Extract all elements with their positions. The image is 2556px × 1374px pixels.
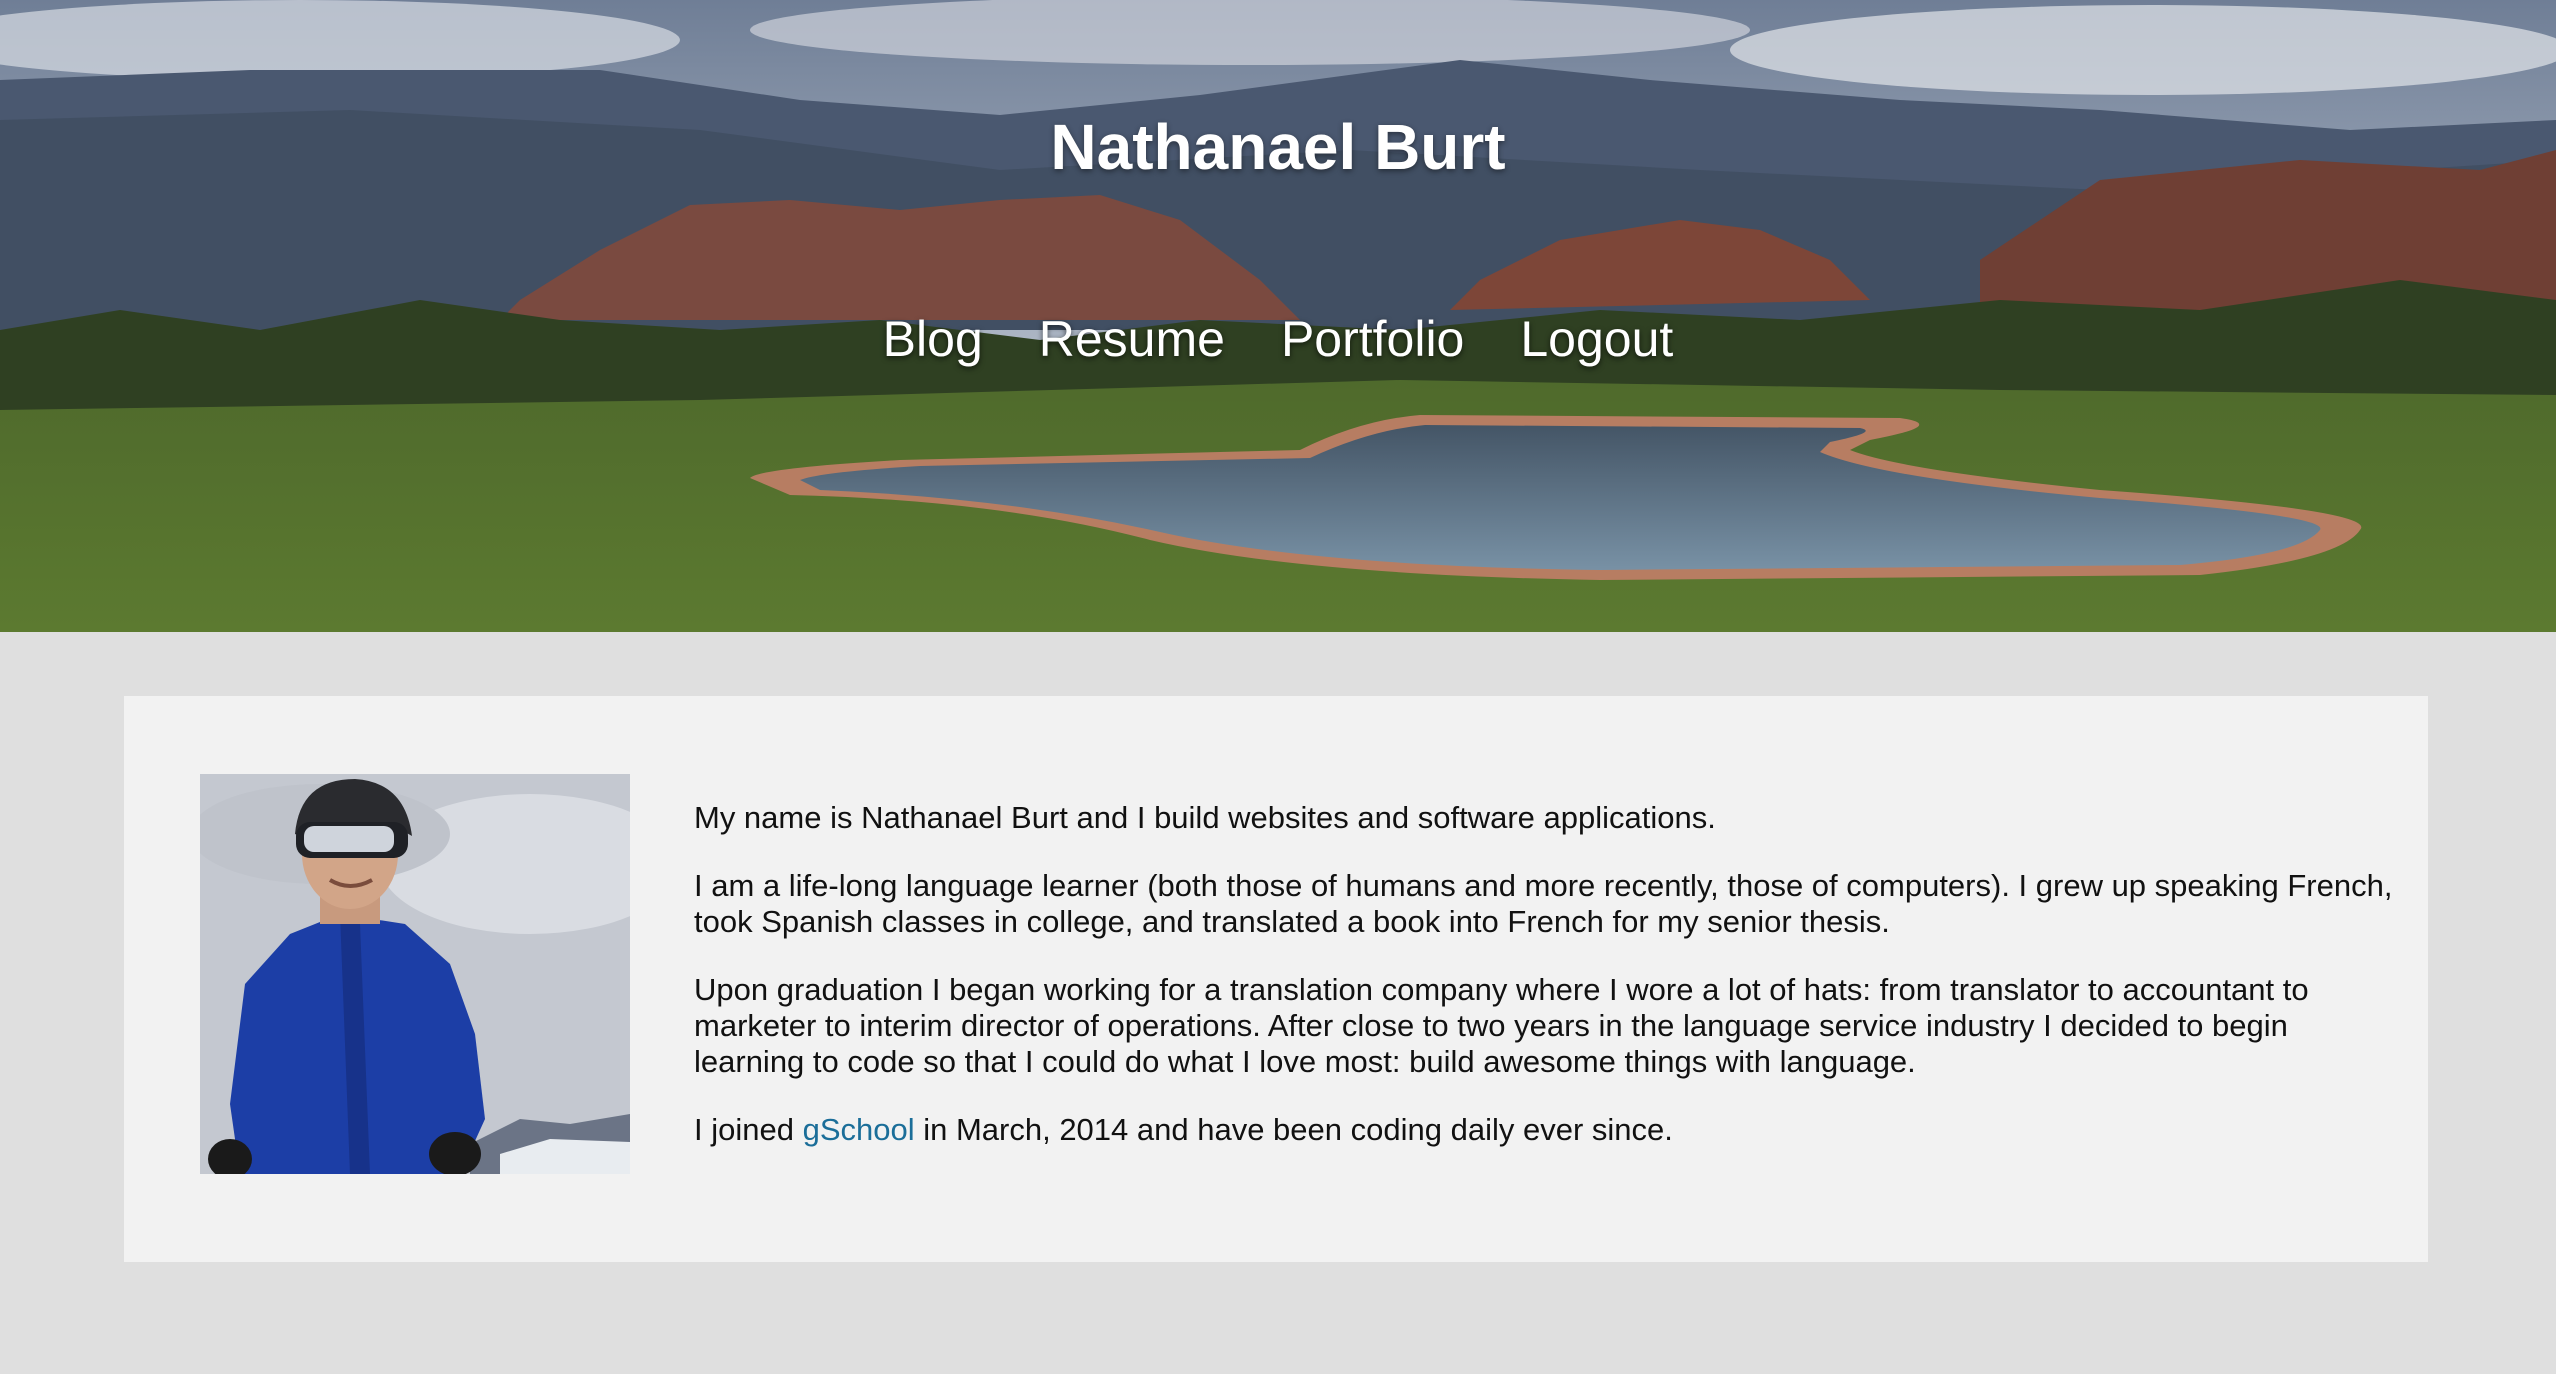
about-card: My name is Nathanael Burt and I build we… [124, 696, 2428, 1262]
nav-link-blog[interactable]: Blog [883, 310, 983, 368]
bio-gschool-text-before: I joined [694, 1112, 803, 1147]
header-banner: Nathanael Burt Blog Resume Portfolio Log… [0, 0, 2556, 632]
nav-link-resume[interactable]: Resume [1039, 310, 1225, 368]
gschool-link[interactable]: gSchool [803, 1112, 915, 1147]
bio-paragraph-intro: My name is Nathanael Burt and I build we… [694, 800, 1716, 835]
nav-link-portfolio[interactable]: Portfolio [1281, 310, 1464, 368]
bio-paragraph-languages: I am a life-long language learner (both … [694, 868, 2393, 939]
main-nav: Blog Resume Portfolio Logout [0, 310, 2556, 368]
bio-paragraph-career: Upon graduation I began working for a tr… [694, 972, 2309, 1079]
nav-link-logout[interactable]: Logout [1520, 310, 1673, 368]
bio-paragraph-gschool: I joined gSchool in March, 2014 and have… [694, 1112, 2394, 1148]
bio-text: My name is Nathanael Burt and I build we… [694, 800, 2394, 1180]
site-title[interactable]: Nathanael Burt [0, 110, 2556, 184]
bio-gschool-text-after: in March, 2014 and have been coding dail… [914, 1112, 1673, 1147]
profile-photo [200, 774, 630, 1174]
